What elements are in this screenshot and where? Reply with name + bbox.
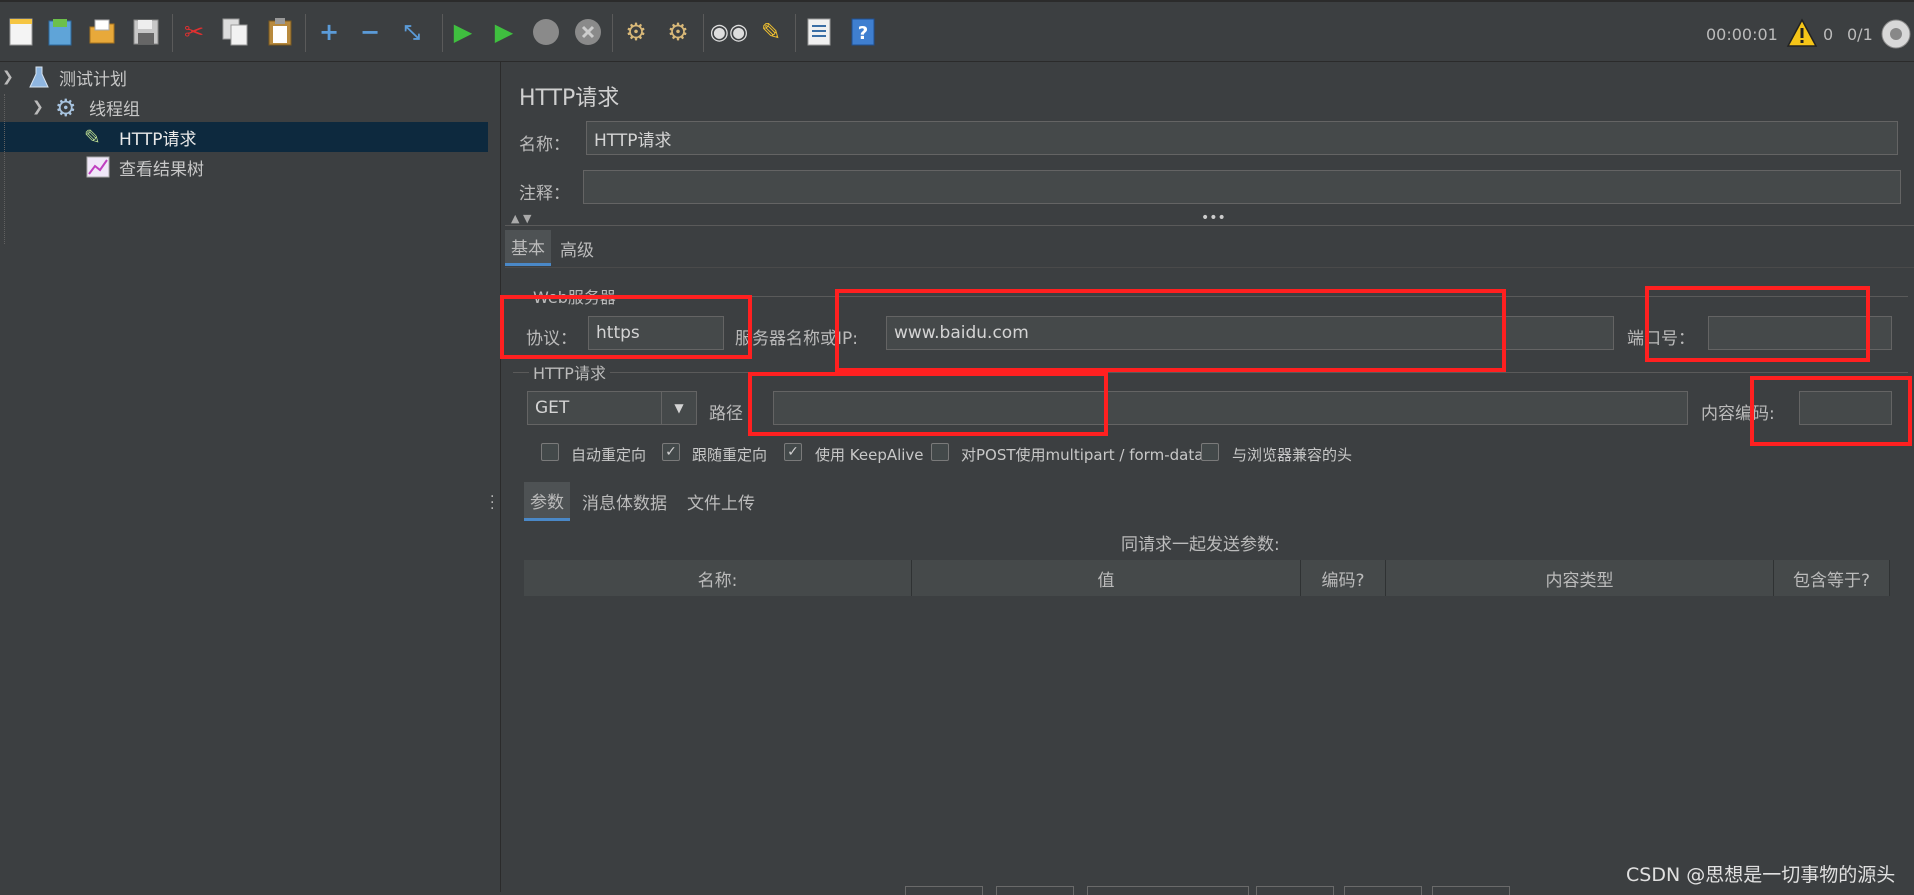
splitter[interactable]: · · · xyxy=(488,62,501,892)
column-header-content-type[interactable]: 内容类型 xyxy=(1386,560,1774,596)
start-no-pause-icon[interactable]: ▶ xyxy=(488,16,520,48)
follow-redirect-label: 跟随重定向 xyxy=(692,446,768,464)
shutdown-icon[interactable] xyxy=(572,16,604,48)
save-icon[interactable] xyxy=(130,16,162,48)
panel-title: HTTP请求 xyxy=(519,86,620,111)
column-header-value[interactable]: 值 xyxy=(912,560,1301,596)
tree-item-label: 测试计划 xyxy=(59,69,127,90)
tab-body-data[interactable]: 消息体数据 xyxy=(576,482,673,521)
annotation-box-server xyxy=(835,289,1506,372)
engine-status-icon xyxy=(1880,18,1912,55)
toolbar: ✂ + − ⤡ ▶ ▶ ⚙ ⚙ ◉◉ ✎ ? 00:00:01 0 0/1 xyxy=(0,0,1914,62)
test-plan-tree: ❯ 测试计划 ❯ ⚙ 线程组 ✎ HTTP请求 查看结果树 xyxy=(0,62,489,892)
keepalive-label: 使用 KeepAlive xyxy=(815,446,924,464)
http-request-panel: HTTP请求 名称： HTTP请求 注释： ▲ ▼ ••• 基本 高级 Web服… xyxy=(501,62,1914,892)
function-helper-icon[interactable] xyxy=(803,16,835,48)
gear-icon: ⚙ xyxy=(55,94,77,122)
annotation-box-port xyxy=(1645,286,1870,362)
path-label: 路径 xyxy=(709,404,743,424)
toggle-icon[interactable]: ⤡ xyxy=(396,16,428,48)
comment-field[interactable] xyxy=(583,170,1901,204)
follow-redirect-checkbox[interactable]: ✓ xyxy=(662,443,680,461)
keepalive-checkbox[interactable]: ✓ xyxy=(784,443,802,461)
pipette-icon: ✎ xyxy=(84,125,101,149)
http-request-legend: HTTP请求 xyxy=(529,360,610,384)
tree-item-http-request[interactable]: ✎ HTTP请求 xyxy=(0,122,488,152)
collapse-arrows-icon[interactable]: ▲ ▼ xyxy=(511,212,531,225)
tab-file-upload[interactable]: 文件上传 xyxy=(681,482,761,521)
tab-basic[interactable]: 基本 xyxy=(505,230,551,266)
annotation-box-protocol xyxy=(500,295,752,359)
thread-count: 0/1 xyxy=(1847,25,1873,44)
watermark: CSDN @思想是一切事物的源头 xyxy=(1626,864,1896,886)
svg-text:?: ? xyxy=(858,23,868,44)
collapse-icon[interactable]: − xyxy=(354,16,386,48)
tree-item-view-results-tree[interactable]: 查看结果树 xyxy=(0,152,488,182)
drag-handle-icon[interactable]: ••• xyxy=(1201,210,1226,226)
tree-item-label: 查看结果树 xyxy=(119,159,204,180)
name-label: 名称： xyxy=(519,135,570,155)
auto-redirect-checkbox[interactable] xyxy=(541,443,559,461)
tab-advanced[interactable]: 高级 xyxy=(554,230,600,266)
cut-icon[interactable]: ✂ xyxy=(178,16,210,48)
tree-item-label: HTTP请求 xyxy=(119,129,197,150)
column-header-name[interactable]: 名称: xyxy=(524,560,912,596)
multipart-checkbox[interactable] xyxy=(931,443,949,461)
multipart-label: 对POST使用multipart / form-data xyxy=(961,446,1204,464)
browser-headers-checkbox[interactable] xyxy=(1201,443,1219,461)
open-icon[interactable] xyxy=(86,16,118,48)
check-icon: ✓ xyxy=(665,444,677,460)
chevron-down-icon[interactable]: ❯ xyxy=(2,69,14,85)
copy-icon[interactable] xyxy=(220,16,252,48)
search-icon[interactable]: ◉◉ xyxy=(710,16,748,48)
paste-icon[interactable] xyxy=(264,16,296,48)
tree-item-thread-group[interactable]: ❯ ⚙ 线程组 xyxy=(0,92,488,122)
new-icon[interactable] xyxy=(5,16,37,48)
tree-item-test-plan[interactable]: ❯ 测试计划 xyxy=(0,62,488,92)
auto-redirect-label: 自动重定向 xyxy=(571,446,647,464)
column-header-include-equals[interactable]: 包含等于? xyxy=(1774,560,1890,596)
tab-parameters[interactable]: 参数 xyxy=(524,482,570,521)
help-icon[interactable]: ? xyxy=(847,16,879,48)
method-select[interactable]: GET ▼ xyxy=(527,391,697,425)
tree-item-label: 线程组 xyxy=(89,99,140,120)
graph-icon xyxy=(86,156,110,183)
chevron-down-icon[interactable]: ❯ xyxy=(32,99,44,115)
templates-icon[interactable] xyxy=(44,16,76,48)
browser-headers-label: 与浏览器兼容的头 xyxy=(1232,446,1353,464)
clear-icon[interactable]: ⚙ xyxy=(620,16,652,48)
column-header-encode[interactable]: 编码? xyxy=(1301,560,1386,596)
clear-all-icon[interactable]: ⚙ xyxy=(662,16,694,48)
name-field[interactable]: HTTP请求 xyxy=(586,121,1898,155)
reset-search-icon[interactable]: ✎ xyxy=(755,16,787,48)
comment-label: 注释： xyxy=(519,184,570,204)
stop-icon[interactable] xyxy=(530,16,562,48)
warning-count: 0 xyxy=(1823,25,1834,44)
annotation-box-path xyxy=(748,372,1108,436)
flask-icon xyxy=(28,65,50,94)
elapsed-timer: 00:00:01 xyxy=(1706,25,1778,44)
check-icon: ✓ xyxy=(787,444,799,460)
expand-icon[interactable]: + xyxy=(313,16,345,48)
warning-icon[interactable] xyxy=(1786,18,1818,53)
start-icon[interactable]: ▶ xyxy=(447,16,479,48)
params-caption: 同请求一起发送参数: xyxy=(1121,535,1280,555)
annotation-box-encoding xyxy=(1750,376,1912,446)
chevron-down-icon[interactable]: ▼ xyxy=(661,392,696,424)
